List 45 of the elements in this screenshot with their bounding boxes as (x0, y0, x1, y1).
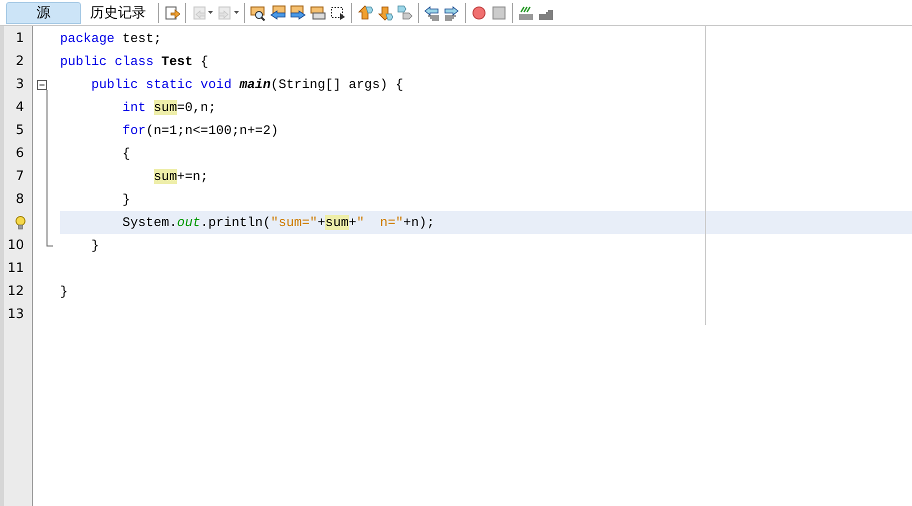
stop-icon (491, 4, 507, 20)
line-number: 2 (16, 54, 24, 69)
line-number: 4 (16, 100, 24, 115)
collapse-icon[interactable] (37, 80, 47, 90)
line-number: 6 (16, 146, 24, 161)
document-arrow-icon (164, 4, 180, 20)
search-icon (250, 4, 266, 20)
selection-icon (330, 4, 346, 20)
line-number: 3 (16, 77, 24, 92)
code-line: System.out.println("sum="+sum+" n="+n); (122, 215, 435, 230)
line-number: 1 (16, 31, 24, 46)
toolbar-button[interactable] (268, 2, 288, 22)
code-line: } (60, 284, 68, 299)
line-number: 8 (16, 192, 24, 207)
code-line: { (122, 146, 130, 161)
toolbar-button[interactable] (288, 2, 308, 22)
code-line: public class Test { (60, 54, 208, 69)
line-number: 13 (7, 307, 24, 322)
line-number: 10 (7, 238, 24, 253)
code-line: public static void main(String[] args) { (91, 77, 404, 92)
line-number: 5 (16, 123, 24, 138)
comment-lines-icon (518, 4, 534, 20)
arrow-right-icon (444, 4, 460, 20)
code-line: } (122, 192, 130, 207)
arrow-right-icon (217, 4, 233, 20)
lightbulb-icon[interactable] (15, 216, 26, 230)
code-line: package test; (60, 31, 162, 46)
editor-tab[interactable]: 源 (6, 2, 81, 24)
line-number: 12 (7, 284, 24, 299)
arrow-down-icon (377, 4, 393, 20)
arrow-right-icon (290, 4, 306, 20)
code-line: sum+=n; (154, 169, 208, 184)
arrow-up-icon (357, 4, 373, 20)
editor-tab[interactable]: 历史记录 (81, 2, 155, 24)
code-line: } (91, 238, 100, 253)
record-icon (471, 4, 487, 20)
stacked-boxes-icon (310, 4, 326, 20)
code-line: int sum=0,n; (122, 100, 216, 115)
line-number: 7 (16, 169, 24, 184)
arrow-left-icon (270, 4, 286, 20)
arrow-left-icon (424, 4, 440, 20)
tag-icon (397, 4, 413, 20)
code-line: for(n=1;n<=100;n+=2) (122, 123, 278, 138)
arrow-left-icon (191, 4, 207, 20)
line-number: 11 (7, 261, 24, 276)
